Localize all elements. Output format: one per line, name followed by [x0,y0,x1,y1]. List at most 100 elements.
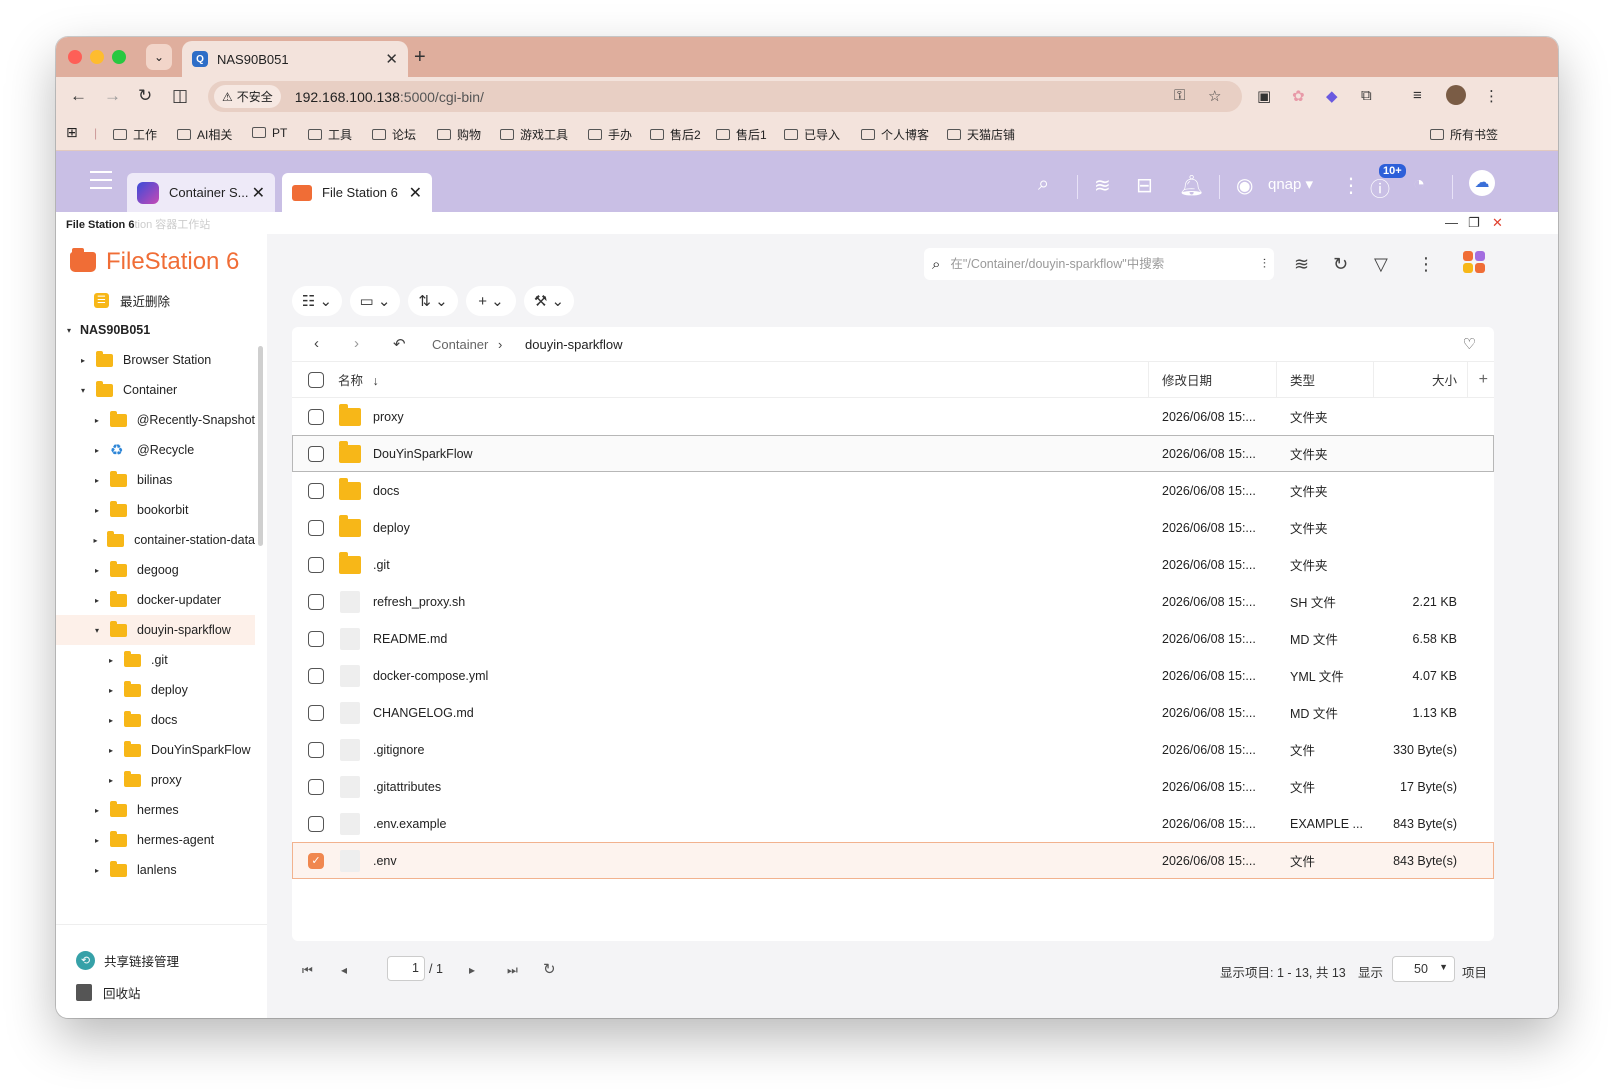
column-name[interactable]: 名称 ↓ [338,370,379,389]
smart-filter-icon[interactable]: ▽ [1374,254,1388,275]
close-window-button[interactable] [68,50,82,64]
column-divider[interactable] [1373,362,1374,398]
up-level-icon[interactable]: ↶ [393,335,406,353]
cloud-icon[interactable]: ☁ [1469,170,1495,196]
first-page-icon[interactable]: ⏮ [302,963,313,978]
expand-arrow-icon[interactable]: ▸ [90,836,104,845]
bookmark-item[interactable]: 购物 [437,126,481,143]
select-all-checkbox[interactable] [308,371,324,388]
background-tasks-icon[interactable]: ≋ [1094,173,1111,198]
tree-item[interactable]: ▸ DouYinSparkFlow [56,735,255,765]
tree-item[interactable]: ▸ ♻ @Recycle [56,435,255,465]
row-checkbox[interactable] [308,593,324,610]
file-row[interactable]: docker-compose.yml 2026/06/08 15:... YML 文… [292,657,1494,694]
filter-settings-icon[interactable]: ⫶ [1263,256,1266,272]
expand-arrow-icon[interactable]: ▸ [104,716,118,725]
tree-item[interactable]: ▾ douyin-sparkflow [56,615,255,645]
close-tab-icon[interactable]: ✕ [409,183,422,203]
tree-item[interactable]: ▸ deploy [56,675,255,705]
file-row[interactable]: .env.example 2026/06/08 15:... EXAMPLE ...… [292,805,1494,842]
row-checkbox[interactable] [308,815,324,832]
expand-arrow-icon[interactable]: ▸ [76,356,90,365]
create-button[interactable]: + ⌄ [466,286,516,316]
search-box[interactable]: ⌕ ⫶ [924,248,1274,280]
file-row[interactable]: .gitignore 2026/06/08 15:... 文件 330 Byte(s) [292,731,1494,768]
key-icon[interactable]: ⚿ [1174,87,1185,104]
recent-delete-item[interactable]: ☰ 最近删除 [94,285,170,315]
file-row[interactable]: .gitattributes 2026/06/08 15:... 文件 17 Byte… [292,768,1494,805]
notification-bell-icon[interactable]: 🔔︎ [1179,173,1204,198]
all-bookmarks[interactable]: 所有书签 [1430,126,1498,143]
row-checkbox[interactable] [308,704,324,721]
tree-item[interactable]: ▸ bookorbit [56,495,255,525]
row-checkbox[interactable] [308,741,324,758]
extension-2-icon[interactable]: ✿ [1292,87,1305,105]
file-row[interactable]: docs 2026/06/08 15:... 文件夹 [292,472,1494,509]
bookmark-star-icon[interactable]: ☆ [1208,87,1221,105]
qts-tab-file-station[interactable]: File Station 6 ✕ [282,173,432,212]
share-links-item[interactable]: ⟲ 共享链接管理 [76,951,179,970]
row-checkbox[interactable]: ✓ [308,852,324,869]
expand-arrow-icon[interactable]: ▸ [90,596,104,605]
background-tasks-icon[interactable]: ≋ [1294,254,1309,275]
new-tab-button[interactable]: + [414,46,426,69]
breadcrumb-current[interactable]: douyin-sparkflow [525,337,623,352]
close-app-icon[interactable]: ✕ [1492,215,1503,231]
expand-arrow-icon[interactable]: ▸ [90,446,104,455]
column-size[interactable]: 大小 [1432,370,1457,389]
favorite-heart-icon[interactable]: ♡ [1463,335,1476,353]
bookmark-item[interactable]: 论坛 [372,126,416,143]
bookmark-item[interactable]: 工具 [308,126,352,143]
maximize-app-icon[interactable]: ❐ [1468,215,1480,231]
tree-item[interactable]: ▸ .git [56,645,255,675]
expand-arrow-icon[interactable]: ▸ [104,656,118,665]
more-options-icon[interactable]: ⋮ [1417,254,1435,275]
column-divider[interactable] [1148,362,1149,398]
page-input[interactable]: 1 [387,956,425,981]
tree-item[interactable]: ▸ Browser Station [56,345,255,375]
row-checkbox[interactable] [308,556,324,573]
qts-tab-container-station[interactable]: Container S... ✕ [127,173,275,212]
tree-item[interactable]: ▾ NAS90B051 [56,315,255,345]
user-icon[interactable]: ◉ [1236,173,1253,198]
row-checkbox[interactable] [308,408,324,425]
file-row[interactable]: CHANGELOG.md 2026/06/08 15:... MD 文件 1.13 K… [292,694,1494,731]
address-bar[interactable]: ⚠ 不安全 192.168.100.138:5000/cgi-bin/ ⚿ ☆ [208,81,1242,112]
tree-item[interactable]: ▸ proxy [56,765,255,795]
apps-icon[interactable] [1463,251,1485,273]
search-icon[interactable]: ⌕ [1038,173,1049,196]
user-menu[interactable]: qnap ▾ [1268,175,1313,193]
breadcrumb-container[interactable]: Container [432,337,488,352]
bookmark-item[interactable]: AI相关 [177,126,232,143]
bookmark-item[interactable]: 售后1 [716,126,767,143]
expand-arrow-icon[interactable]: ▸ [104,746,118,755]
file-row[interactable]: ✓ .env 2026/06/08 15:... 文件 843 Byte(s) [292,842,1494,879]
file-row[interactable]: deploy 2026/06/08 15:... 文件夹 [292,509,1494,546]
row-checkbox[interactable] [308,630,324,647]
bookmark-item[interactable]: 售后2 [650,126,701,143]
expand-arrow-icon[interactable]: ▾ [90,626,104,635]
expand-arrow-icon[interactable]: ▸ [90,806,104,815]
expand-arrow-icon[interactable]: ▸ [90,536,101,545]
forward-icon[interactable]: › [354,335,359,352]
expand-arrow-icon[interactable]: ▾ [62,326,76,335]
browse-mode-button[interactable]: ▭ ⌄ [350,286,400,316]
extensions-puzzle-icon[interactable]: ⧉ [1361,87,1372,104]
back-icon[interactable]: ‹ [314,335,319,352]
tree-item[interactable]: ▸ degoog [56,555,255,585]
row-checkbox[interactable] [308,482,324,499]
tree-item[interactable]: ▸ docs [56,705,255,735]
forward-icon[interactable]: → [104,86,121,106]
tab-search-button[interactable]: ⌄ [146,44,172,70]
bookmark-item[interactable]: 天猫店铺 [947,126,1015,143]
column-type[interactable]: 类型 [1290,370,1315,389]
expand-arrow-icon[interactable]: ▸ [90,506,104,515]
tools-button[interactable]: ⚒ ⌄ [524,286,574,316]
extension-1-icon[interactable]: ▣ [1257,87,1271,105]
file-row[interactable]: refresh_proxy.sh 2026/06/08 15:... SH 文件 2.… [292,583,1494,620]
expand-arrow-icon[interactable]: ▸ [104,776,118,785]
profile-avatar[interactable] [1446,85,1466,105]
last-page-icon[interactable]: ⏭ [507,963,518,978]
zoom-window-button[interactable] [112,50,126,64]
browser-tab[interactable]: Q NAS90B051 ✕ [182,41,408,77]
